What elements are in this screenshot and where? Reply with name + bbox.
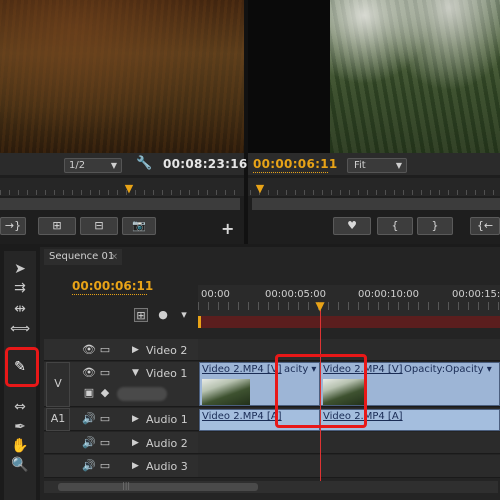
ruler-label-15: 00:00:15:0 [452,289,500,300]
scroll-grip: ||| [122,481,131,490]
razor-tool-highlight [5,347,39,387]
chevron-down-icon: ▼ [110,161,117,170]
expand-triangle-icon[interactable]: ▶ [132,345,139,355]
add-marker-button[interactable]: ♥ [333,217,371,235]
ruler-label-10: 00:00:10:00 [358,289,420,300]
eye-icon[interactable]: 👁 [82,366,96,380]
lock-icon[interactable]: ▭ [98,366,112,380]
mark-in-button[interactable]: { [377,217,413,235]
speaker-icon[interactable]: 🔊 [82,436,96,450]
hand-tool-icon[interactable]: ✋ [10,437,30,455]
work-area-bar[interactable] [198,316,500,328]
track-select-tool-icon[interactable]: ⇉ [10,279,30,297]
expand-triangle-icon[interactable]: ▶ [132,414,139,424]
snap-icon[interactable]: ⊞ [134,308,148,322]
slip-tool-icon[interactable]: ⇔ [10,398,30,416]
ruler-label-0: 00:00 [201,289,230,300]
lock-icon[interactable]: ▭ [98,436,112,450]
expand-triangle-icon[interactable]: ▶ [132,461,139,471]
source-zoom-value: 1/2 [69,160,86,171]
export-frame-button[interactable]: 📷 [122,217,156,235]
add-button-icon[interactable]: + [221,221,234,237]
display-style-icon[interactable]: ▣ [82,386,96,400]
ruler-ticks [198,302,500,310]
lock-icon[interactable]: ▭ [98,343,112,357]
track-lane-audio-2[interactable] [198,432,500,454]
target-label-v: V [54,377,62,390]
overlay-button[interactable]: ⊟ [80,217,118,235]
program-timecode[interactable]: 00:00:06:11 [253,157,338,171]
sequence-timecode-underline [72,294,147,295]
pen-tool-icon[interactable]: ✒ [10,418,30,436]
clip-opacity-menu[interactable]: Opacity:Opacity ▾ [404,364,492,375]
speaker-icon[interactable]: 🔊 [82,459,96,473]
zoom-tool-icon[interactable]: 🔍 [10,456,30,474]
lock-icon[interactable]: ▭ [98,459,112,473]
add-marker-icon[interactable]: ▾ [177,308,191,322]
clip-thumbnail [202,379,250,405]
work-area-start[interactable] [198,316,201,328]
source-ruler-ticks [0,190,240,195]
collapse-triangle-icon[interactable]: ▼ [132,368,139,378]
timeline-scroll-thumb[interactable] [58,483,258,491]
source-zoom-select[interactable]: 1/2 ▼ [64,158,122,173]
overwrite-button[interactable]: →} [0,217,26,235]
rolling-edit-tool-icon[interactable]: ⟺ [10,320,30,338]
keyframe-icon[interactable]: ◆ [98,386,112,400]
close-icon[interactable]: × [110,249,118,265]
source-scrollbar[interactable] [0,198,240,210]
go-to-in-button[interactable]: {← [470,217,500,235]
tab-sequence-01[interactable]: Sequence 01 × [44,249,122,265]
track-lane-audio-3[interactable] [198,455,500,478]
target-label-a1: A1 [50,412,66,425]
timeline-playhead-head[interactable]: ▼ [314,300,326,312]
track-name-audio-2: Audio 2 [146,437,188,450]
mark-out-button[interactable]: } [417,217,453,235]
chevron-down-icon: ▼ [395,161,402,170]
program-monitor-frame [330,0,500,153]
program-playhead[interactable]: ▼ [255,183,265,195]
sequence-timecode[interactable]: 00:00:06:11 [72,279,153,293]
track-name-audio-1: Audio 1 [146,413,188,426]
insert-button[interactable]: ⊞ [38,217,76,235]
selection-tool-icon[interactable]: ➤ [10,260,30,278]
lock-icon[interactable]: ▭ [98,412,112,426]
program-scrollbar[interactable] [252,198,500,210]
track-name-video-1: Video 1 [146,367,188,380]
clip-label: Video 2.MP4 [V] [202,364,282,375]
keyframe-nav-controls[interactable] [117,387,167,401]
source-playhead[interactable]: ▼ [124,183,134,195]
source-timecode[interactable]: 00:08:23:16 [163,157,248,171]
program-fit-select[interactable]: Fit ▼ [347,158,407,173]
track-name-audio-3: Audio 3 [146,460,188,473]
clip-label: Video 2.MP4 [A] [202,411,282,422]
program-fit-value: Fit [354,160,366,171]
eye-icon[interactable]: 👁 [82,343,96,357]
cut-point-highlight [275,354,367,428]
expand-triangle-icon[interactable]: ▶ [132,438,139,448]
marker-icon[interactable]: ● [156,308,170,322]
clip-opacity-label: Opacity:Opacity [404,364,484,375]
speaker-icon[interactable]: 🔊 [82,412,96,426]
wrench-icon[interactable]: 🔧 [136,157,152,171]
program-ruler-ticks [250,190,498,195]
source-monitor-video [0,0,244,153]
tab-sequence-label: Sequence 01 [49,251,115,262]
track-name-video-2: Video 2 [146,344,188,357]
ripple-edit-tool-icon[interactable]: ⇹ [10,300,30,318]
program-timecode-underline [253,172,328,173]
